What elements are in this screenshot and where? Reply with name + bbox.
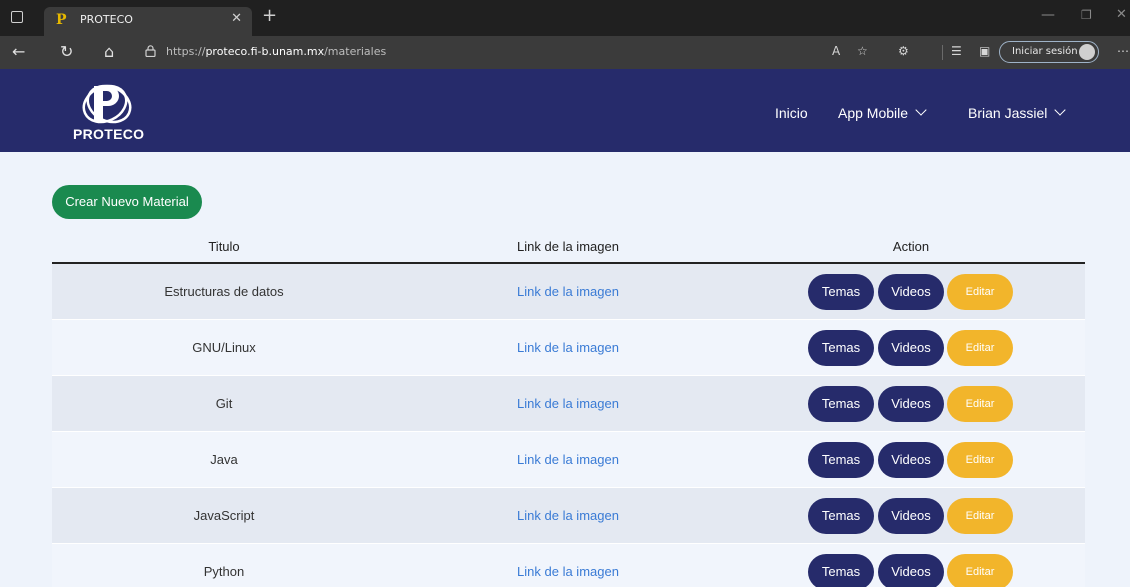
- tab-actions-icon[interactable]: [11, 11, 23, 23]
- nav-link-inicio[interactable]: Inicio: [775, 105, 808, 121]
- table-row: Python Link de la imagen Temas Videos Ed…: [52, 544, 1085, 587]
- read-aloud-icon[interactable]: A: [832, 44, 840, 58]
- back-icon[interactable]: ←: [12, 42, 25, 61]
- toolbar-divider: [942, 45, 943, 60]
- image-link[interactable]: Link de la imagen: [517, 508, 619, 523]
- window-close-icon[interactable]: ✕: [1116, 7, 1127, 22]
- material-title: Python: [203, 564, 245, 579]
- material-title: Estructuras de datos: [164, 284, 284, 299]
- proteco-logo[interactable]: PROTECO: [72, 80, 145, 144]
- chevron-down-icon: [915, 104, 927, 116]
- browser-tab-bar: P PROTECO ✕ + — ❐ ✕: [0, 0, 1130, 36]
- videos-button[interactable]: Videos: [878, 498, 944, 534]
- material-title: JavaScript: [193, 508, 255, 523]
- restore-icon[interactable]: ❐: [1081, 8, 1092, 22]
- image-link[interactable]: Link de la imagen: [517, 284, 619, 299]
- material-title: GNU/Linux: [192, 340, 256, 355]
- materials-table: Estructuras de datos Link de la imagen T…: [52, 264, 1085, 587]
- image-link[interactable]: Link de la imagen: [517, 340, 619, 355]
- edit-button[interactable]: Editar: [947, 554, 1013, 587]
- edit-button[interactable]: Editar: [947, 274, 1013, 310]
- new-tab-icon[interactable]: +: [262, 7, 277, 25]
- edit-button[interactable]: Editar: [947, 498, 1013, 534]
- lock-icon[interactable]: [145, 45, 156, 57]
- site-navbar: PROTECO Inicio App Mobile Brian Jassiel: [0, 69, 1130, 152]
- table-header: Titulo Link de la imagen Action: [52, 231, 1085, 264]
- column-header-action: Action: [892, 239, 930, 254]
- videos-button[interactable]: Videos: [878, 554, 944, 587]
- browser-tab[interactable]: P PROTECO ✕: [44, 7, 252, 36]
- favicon-icon: P: [56, 12, 67, 28]
- nav-link-app-mobile[interactable]: App Mobile: [838, 104, 927, 121]
- extensions-icon[interactable]: ⚙: [898, 44, 909, 58]
- image-link[interactable]: Link de la imagen: [517, 396, 619, 411]
- url-field[interactable]: https://proteco.fi-b.unam.mx/materiales: [166, 45, 386, 58]
- signin-button[interactable]: Iniciar sesión: [999, 41, 1099, 63]
- avatar-icon: [1079, 44, 1095, 60]
- temas-button[interactable]: Temas: [808, 386, 874, 422]
- signin-label: Iniciar sesión: [1012, 46, 1078, 57]
- column-header-link: Link de la imagen: [517, 239, 619, 254]
- videos-button[interactable]: Videos: [878, 386, 944, 422]
- image-link[interactable]: Link de la imagen: [517, 452, 619, 467]
- chevron-down-icon: [1054, 104, 1067, 116]
- table-row: GNU/Linux Link de la imagen Temas Videos…: [52, 320, 1085, 376]
- videos-button[interactable]: Videos: [878, 274, 944, 310]
- nav-link-user-menu[interactable]: Brian Jassiel: [968, 104, 1067, 121]
- edit-button[interactable]: Editar: [947, 386, 1013, 422]
- table-row: JavaScript Link de la imagen Temas Video…: [52, 488, 1085, 544]
- minimize-icon[interactable]: —: [1041, 7, 1055, 23]
- address-bar: ← ↻ ⌂ https://proteco.fi-b.unam.mx/mater…: [0, 36, 1130, 69]
- collections-icon[interactable]: ▣: [979, 44, 990, 58]
- videos-button[interactable]: Videos: [878, 442, 944, 478]
- temas-button[interactable]: Temas: [808, 554, 874, 587]
- table-row: Java Link de la imagen Temas Videos Edit…: [52, 432, 1085, 488]
- image-link[interactable]: Link de la imagen: [517, 564, 619, 579]
- temas-button[interactable]: Temas: [808, 274, 874, 310]
- logo-text: PROTECO: [73, 126, 145, 142]
- edit-button[interactable]: Editar: [947, 330, 1013, 366]
- videos-button[interactable]: Videos: [878, 330, 944, 366]
- material-title: Java: [210, 452, 238, 467]
- column-header-titulo: Titulo: [208, 239, 240, 254]
- more-menu-icon[interactable]: ⋯: [1117, 44, 1129, 58]
- edit-button[interactable]: Editar: [947, 442, 1013, 478]
- create-material-button[interactable]: Crear Nuevo Material: [52, 185, 202, 219]
- table-row: Estructuras de datos Link de la imagen T…: [52, 264, 1085, 320]
- home-icon[interactable]: ⌂: [104, 42, 114, 61]
- temas-button[interactable]: Temas: [808, 330, 874, 366]
- logo-emblem-icon: [82, 84, 132, 124]
- temas-button[interactable]: Temas: [808, 498, 874, 534]
- table-row: Git Link de la imagen Temas Videos Edita…: [52, 376, 1085, 432]
- tab-title: PROTECO: [80, 13, 133, 26]
- favorites-icon[interactable]: ☰: [951, 44, 962, 58]
- favorite-star-icon[interactable]: ☆: [857, 44, 868, 58]
- temas-button[interactable]: Temas: [808, 442, 874, 478]
- material-title: Git: [215, 396, 233, 411]
- refresh-icon[interactable]: ↻: [60, 42, 73, 61]
- close-tab-icon[interactable]: ✕: [231, 11, 242, 26]
